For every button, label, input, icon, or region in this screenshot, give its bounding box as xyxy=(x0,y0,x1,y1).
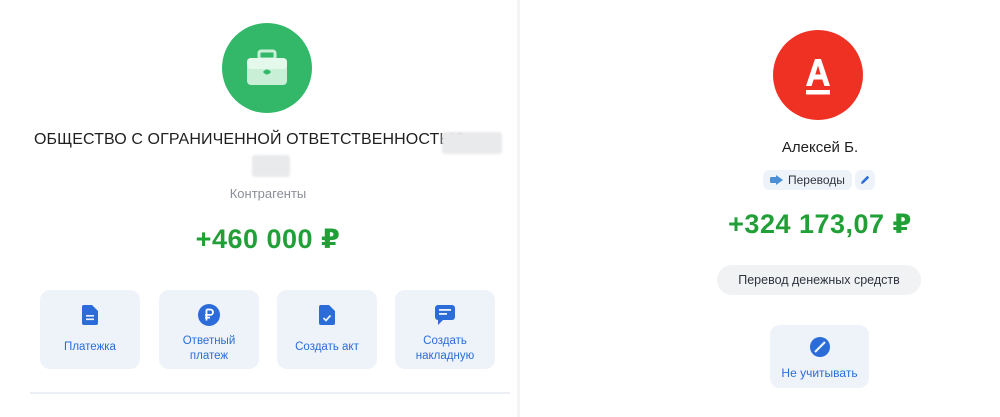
exclude-icon xyxy=(809,337,830,357)
redacted-text xyxy=(442,132,502,154)
create-waybill-label: Создать накладную xyxy=(415,335,475,362)
divider xyxy=(30,392,510,394)
sender-name: Алексей Б. xyxy=(781,139,859,156)
counterparty-name: ОБЩЕСТВО С ОГРАНИЧЕННОЙ ОТВЕТСТВЕННОСТЬЮ xyxy=(34,131,467,148)
transfer-operation-panel: Алексей Б. Переводы +324 173,07 ₽ Перево… xyxy=(520,0,1000,417)
category-chip-transfers[interactable]: Переводы xyxy=(763,170,852,190)
reply-payment-label: Ответный платеж xyxy=(182,335,236,362)
create-waybill-button[interactable]: Создать накладную xyxy=(395,290,495,369)
document-icon xyxy=(79,304,101,326)
briefcase-icon xyxy=(247,49,287,85)
exclude-operation-label: Не учитывать xyxy=(781,366,858,380)
reply-payment-button[interactable]: Ответный платеж xyxy=(159,290,259,369)
document-check-icon xyxy=(316,304,338,326)
pencil-icon xyxy=(861,175,870,184)
payment-order-label: Платежка xyxy=(64,341,116,353)
bank-avatar xyxy=(773,30,863,120)
redacted-text xyxy=(252,155,290,177)
counterparty-operation-panel: ОБЩЕСТВО С ОГРАНИЧЕННОЙ ОТВЕТСТВЕННОСТЬЮ… xyxy=(0,0,520,417)
operation-description: Перевод денежных средств xyxy=(717,265,921,295)
alfa-logo xyxy=(806,59,830,95)
create-act-button[interactable]: Создать акт xyxy=(277,290,377,369)
operation-amount: +324 173,07 ₽ xyxy=(728,209,912,239)
category-label[interactable]: Контрагенты xyxy=(222,186,314,201)
payment-order-button[interactable]: Платежка xyxy=(40,290,140,369)
ruble-icon xyxy=(198,304,220,326)
edit-category-button[interactable] xyxy=(855,170,875,190)
counterparty-avatar xyxy=(222,23,312,113)
category-chip-label: Переводы xyxy=(788,173,845,187)
exclude-operation-button[interactable]: Не учитывать xyxy=(770,325,869,388)
create-act-label: Создать акт xyxy=(295,341,359,353)
invoice-icon xyxy=(434,304,456,326)
transfer-arrow-icon xyxy=(770,175,783,185)
operation-amount: +460 000 ₽ xyxy=(195,224,341,254)
